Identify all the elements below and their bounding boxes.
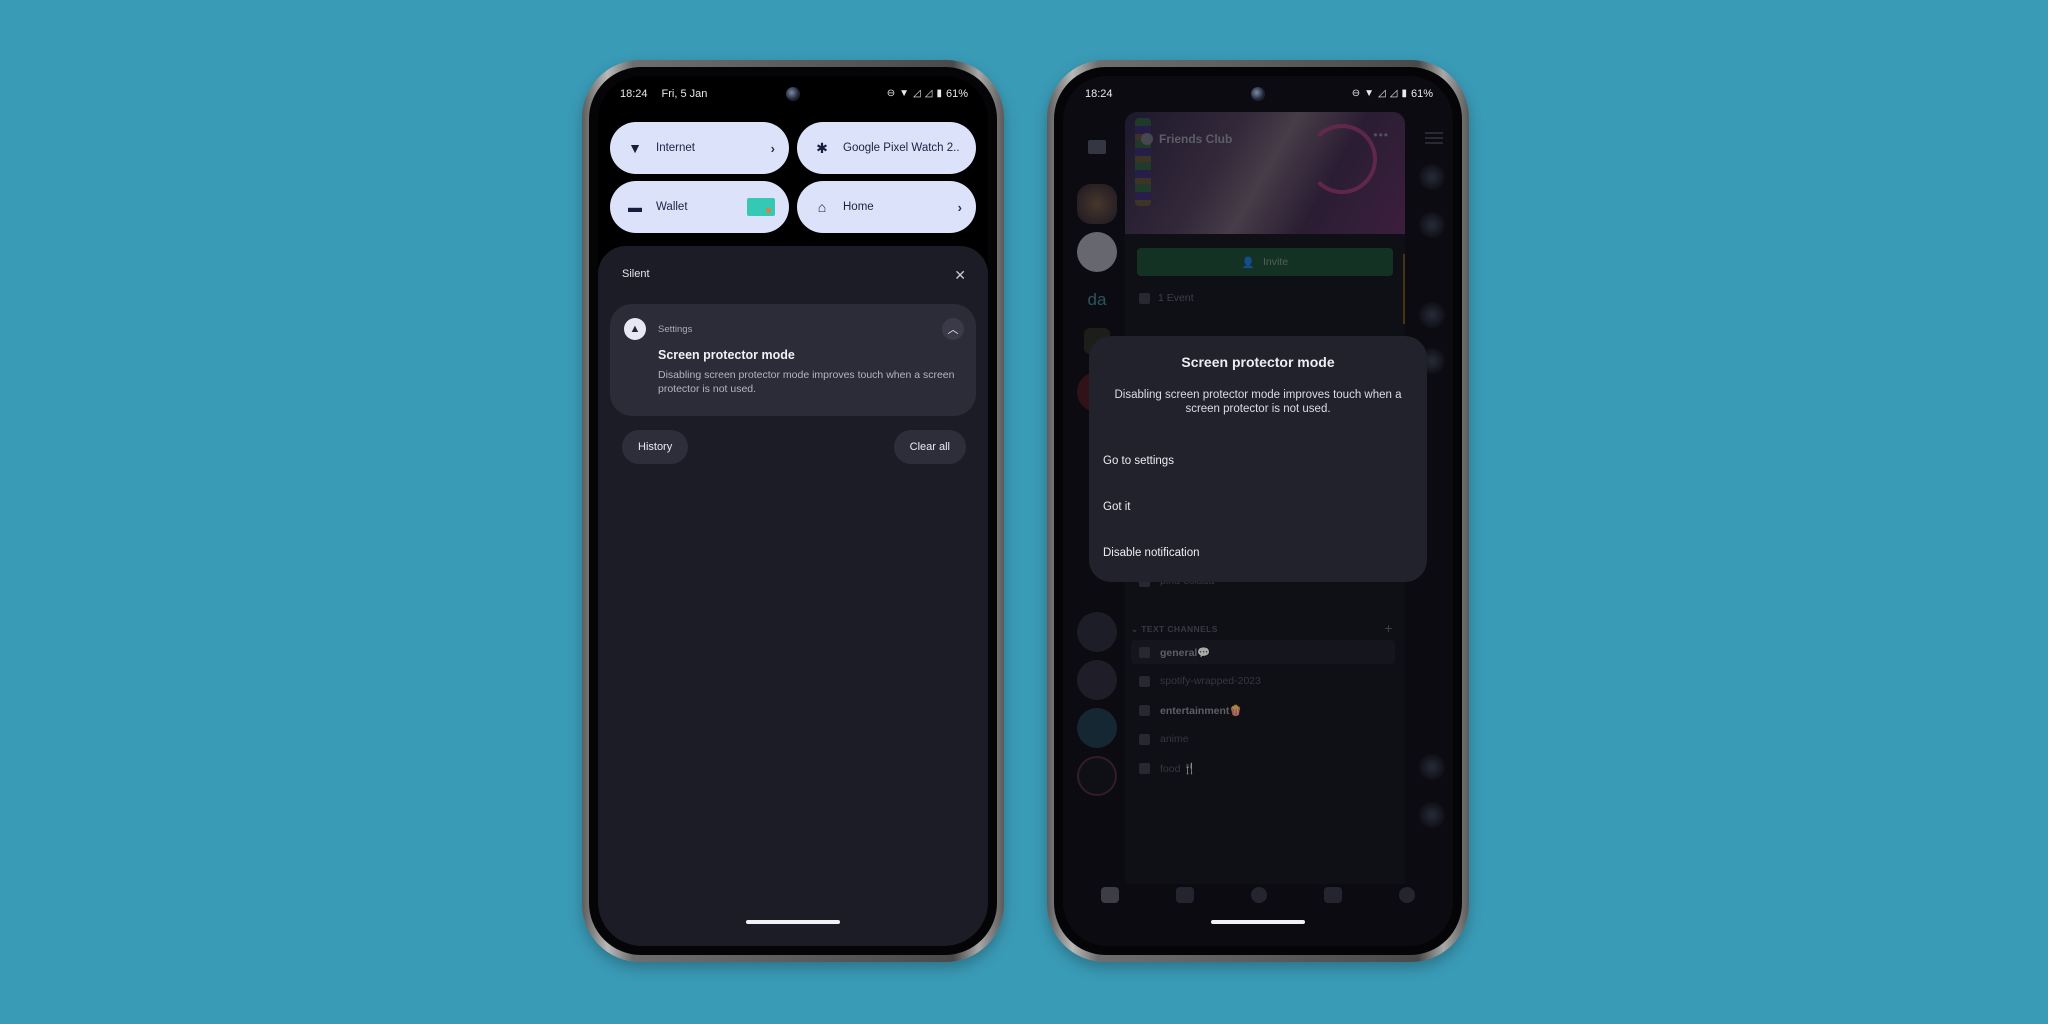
tile-label: Google Pixel Watch 2.. [843, 142, 960, 154]
chevron-right-icon: › [770, 140, 775, 156]
front-camera [786, 87, 800, 101]
battery-icon: ▮ [1401, 88, 1407, 99]
screen-protector-dialog: Screen protector mode Disabling screen p… [1089, 336, 1427, 582]
status-time: 18:24 [1085, 88, 1113, 100]
go-to-settings-option[interactable]: Go to settings [1103, 455, 1174, 467]
gesture-home-bar[interactable] [1211, 920, 1305, 924]
tile-home[interactable]: ⌂ Home › [797, 181, 976, 233]
tile-bluetooth[interactable]: ✱ Google Pixel Watch 2.. [797, 122, 976, 174]
phone-discord-dialog: 18:24 ⊖ ▼ ◿ ◿ ▮ 61% da Friends Club ••• … [1047, 60, 1469, 962]
notification-title: Screen protector mode [658, 348, 795, 362]
phone-screen: 18:24 Fri, 5 Jan ⊖ ▼ ◿ ◿ ▮ 61% ▼ Interne… [598, 76, 988, 946]
notification-app-name: Settings [658, 323, 693, 335]
phone-screen: 18:24 ⊖ ▼ ◿ ◿ ▮ 61% da Friends Club ••• … [1063, 76, 1453, 946]
signal-icon: ◿ [924, 88, 933, 99]
notification-shade: Silent ✕ ▲ Settings ︿ Screen protector m… [598, 246, 988, 946]
front-camera [1251, 87, 1265, 101]
warning-icon: ▲ [624, 318, 646, 340]
gesture-home-bar[interactable] [746, 920, 840, 924]
history-button[interactable]: History [622, 430, 689, 464]
close-icon[interactable]: ✕ [954, 268, 966, 282]
signal-icon: ◿ [1378, 88, 1386, 99]
payment-card-thumbnail [747, 198, 775, 216]
signal-icon: ◿ [1389, 88, 1398, 99]
battery-icon: ▮ [936, 88, 942, 99]
tile-label: Internet [656, 142, 695, 154]
battery-percent: 61% [945, 88, 968, 100]
dnd-icon: ⊖ [1351, 88, 1361, 99]
status-date: Fri, 5 Jan [661, 88, 708, 100]
tile-label: Wallet [656, 201, 688, 213]
bluetooth-icon: ✱ [816, 139, 828, 156]
tile-label: Home [843, 201, 874, 213]
tile-wallet[interactable]: ▬ Wallet [610, 181, 789, 233]
quick-settings: ▼ Internet › ✱ Google Pixel Watch 2.. ▬ … [610, 122, 976, 233]
phone-notification-shade: 18:24 Fri, 5 Jan ⊖ ▼ ◿ ◿ ▮ 61% ▼ Interne… [582, 60, 1004, 962]
clear-all-button[interactable]: Clear all [893, 430, 966, 464]
disable-notification-option[interactable]: Disable notification [1103, 547, 1200, 559]
chevron-right-icon: › [957, 199, 962, 215]
chevron-up-icon[interactable]: ︿ [942, 318, 964, 340]
section-header-silent: Silent [622, 268, 650, 280]
wallet-icon: ▬ [628, 199, 642, 215]
home-icon: ⌂ [817, 199, 827, 215]
battery-percent: 61% [1410, 88, 1433, 100]
status-time: 18:24 [620, 88, 648, 100]
dnd-icon: ⊖ [886, 88, 896, 99]
notification-body: Disabling screen protector mode improves… [658, 369, 955, 395]
dialog-body: Disabling screen protector mode improves… [1114, 389, 1402, 415]
notification-card[interactable]: ▲ Settings ︿ Screen protector mode Disab… [610, 304, 976, 416]
wifi-icon: ▼ [1364, 88, 1375, 99]
dialog-title: Screen protector mode [1181, 354, 1335, 370]
tile-internet[interactable]: ▼ Internet › [610, 122, 789, 174]
phone-bezel: 18:24 Fri, 5 Jan ⊖ ▼ ◿ ◿ ▮ 61% ▼ Interne… [589, 67, 997, 955]
wifi-icon: ▼ [628, 140, 642, 156]
got-it-option[interactable]: Got it [1103, 501, 1130, 513]
signal-icon: ◿ [913, 88, 921, 99]
phone-bezel: 18:24 ⊖ ▼ ◿ ◿ ▮ 61% da Friends Club ••• … [1054, 67, 1462, 955]
wifi-icon: ▼ [899, 88, 910, 99]
